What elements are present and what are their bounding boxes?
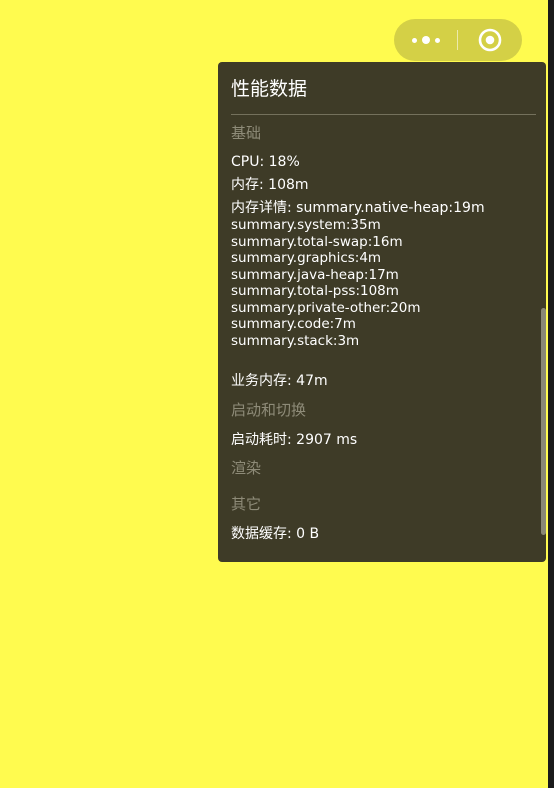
section-launch: 启动和切换 [231,401,307,419]
memory-detail-list: summary.system:35m summary.total-swap:16… [231,217,533,349]
memory-detail-line: summary.graphics:4m [231,250,382,266]
launch-time: 启动耗时: 2907 ms [231,432,358,448]
section-other: 其它 [231,495,262,513]
memory-usage: 内存: 108m [231,177,309,193]
business-memory: 业务内存: 47m [231,373,328,389]
cpu-usage: CPU: 18% [231,154,300,170]
performance-panel: 性能数据 基础 CPU: 18% 内存: 108m 内存详情: summary.… [218,62,546,562]
memory-detail-line: summary.private-other:20m [231,299,421,316]
data-cache: 数据缓存: 0 B [231,526,320,542]
more-button[interactable] [394,19,458,61]
section-basic: 基础 [231,124,262,142]
memory-detail-line: summary.system:35m [231,217,381,233]
memory-detail-line: summary.total-swap:16m [231,233,403,250]
more-dots-icon [412,36,440,44]
app-canvas: 性能数据 基础 CPU: 18% 内存: 108m 内存详情: summary.… [0,0,554,788]
target-circle-icon [478,28,502,52]
close-button[interactable] [458,19,522,61]
memory-detail-line: summary.java-heap:17m [231,266,399,283]
section-render: 渲染 [231,459,262,477]
menu-capsule [394,19,522,61]
memory-detail-line: summary.stack:3m [231,332,360,349]
memory-detail-line: summary.code:7m [231,316,356,332]
screen-edge [548,0,554,788]
memory-detail-line: summary.total-pss:108m [231,283,399,299]
memory-detail-label: 内存详情: summary.native-heap:19m [231,200,485,216]
panel-scrollbar[interactable] [541,308,546,535]
panel-title: 性能数据 [231,62,536,115]
